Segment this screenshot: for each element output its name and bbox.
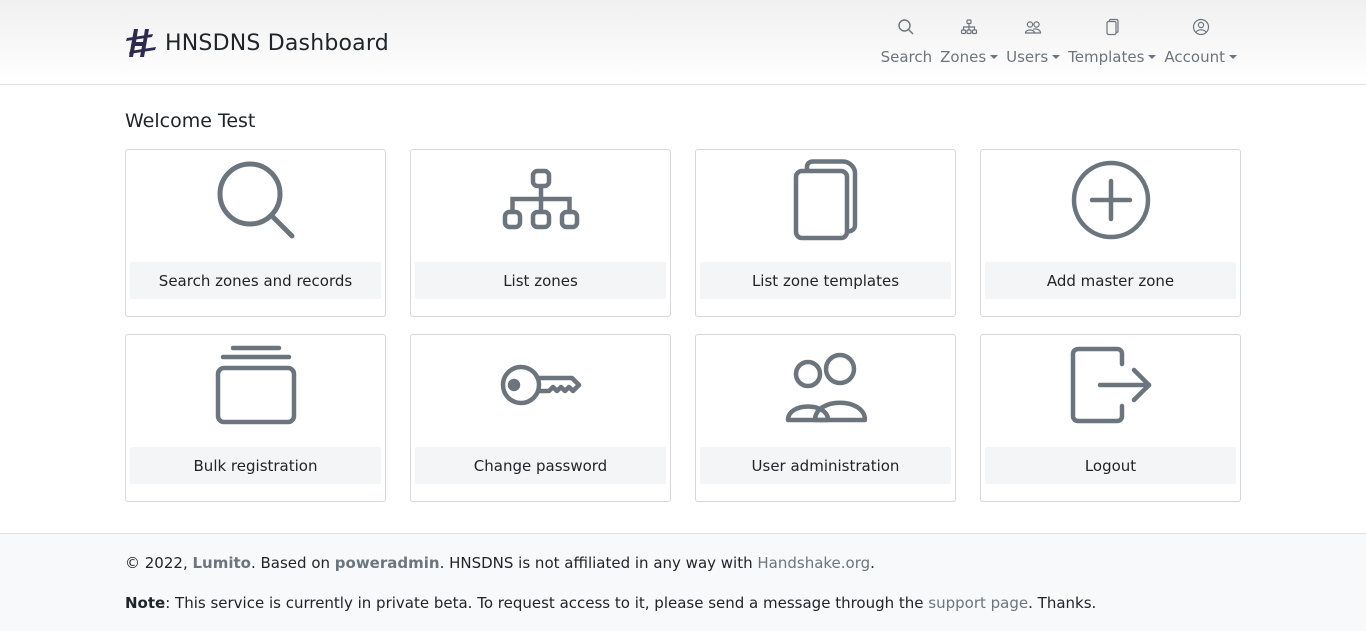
nav-account-label: Account bbox=[1164, 48, 1237, 66]
chevron-down-icon bbox=[1229, 55, 1237, 59]
chevron-down-icon bbox=[1052, 55, 1061, 59]
users-icon bbox=[785, 352, 867, 423]
dashboard-grid: Search zones and records List zones List… bbox=[125, 149, 1241, 502]
nav-users[interactable]: Users bbox=[1006, 18, 1061, 66]
lumito-link[interactable]: Lumito bbox=[192, 554, 250, 572]
card-add-master-zone[interactable]: Add master zone bbox=[980, 149, 1241, 317]
handshake-link[interactable]: Handshake.org bbox=[757, 554, 870, 572]
poweradmin-link[interactable]: poweradmin bbox=[335, 554, 440, 572]
sitemap-icon bbox=[502, 168, 579, 230]
thanks-text: . Thanks. bbox=[1028, 594, 1097, 612]
user-circle-icon bbox=[1192, 18, 1209, 36]
nav-zones-label: Zones bbox=[940, 48, 999, 66]
card-list-zones[interactable]: List zones bbox=[410, 149, 671, 317]
brand-title: HNSDNS Dashboard bbox=[165, 30, 389, 56]
nav-zones[interactable]: Zones bbox=[940, 18, 999, 66]
footer-note-line: Note: This service is currently in priva… bbox=[125, 594, 1096, 612]
sitemap-icon bbox=[961, 19, 978, 35]
card-label: Bulk registration bbox=[130, 447, 381, 484]
search-icon bbox=[898, 19, 914, 35]
card-label: List zones bbox=[415, 262, 666, 299]
card-label: Logout bbox=[985, 447, 1236, 484]
plus-circle-icon bbox=[1071, 160, 1150, 240]
card-label: List zone templates bbox=[700, 262, 951, 299]
brand-link[interactable]: HNSDNS Dashboard bbox=[125, 24, 389, 62]
affiliation-text: . HNSDNS is not affiliated in any way wi… bbox=[439, 554, 758, 572]
support-page-link[interactable]: support page bbox=[928, 594, 1028, 612]
navbar: HNSDNS Dashboard Search Zones Users Temp… bbox=[0, 0, 1366, 85]
chevron-down-icon bbox=[990, 55, 999, 59]
card-change-password[interactable]: Change password bbox=[410, 334, 671, 502]
period-text: . bbox=[870, 554, 875, 572]
copy-icon bbox=[1106, 18, 1119, 36]
card-search-zones[interactable]: Search zones and records bbox=[125, 149, 386, 317]
card-label: User administration bbox=[700, 447, 951, 484]
footer: © 2022, Lumito. Based on poweradmin. HNS… bbox=[0, 533, 1366, 631]
card-logout[interactable]: Logout bbox=[980, 334, 1241, 502]
card-label: Add master zone bbox=[985, 262, 1236, 299]
footer-copyright-line: © 2022, Lumito. Based on poweradmin. HNS… bbox=[125, 554, 875, 572]
card-list-zone-templates[interactable]: List zone templates bbox=[695, 149, 956, 317]
nav-search-label: Search bbox=[880, 48, 933, 66]
copy-icon bbox=[793, 159, 857, 241]
card-label: Change password bbox=[415, 447, 666, 484]
users-icon bbox=[1025, 21, 1042, 34]
nav-templates[interactable]: Templates bbox=[1068, 18, 1157, 66]
note-label: Note bbox=[125, 594, 166, 612]
stack-icon bbox=[215, 345, 296, 425]
nav-account[interactable]: Account bbox=[1164, 18, 1237, 66]
welcome-heading: Welcome Test bbox=[125, 110, 256, 132]
note-text: : This service is currently in private b… bbox=[165, 594, 929, 612]
hnsdns-logo-icon bbox=[126, 29, 156, 57]
nav-search[interactable]: Search bbox=[880, 18, 933, 66]
nav-users-label: Users bbox=[1006, 48, 1061, 66]
card-user-administration[interactable]: User administration bbox=[695, 334, 956, 502]
copyright-text: © 2022, bbox=[125, 554, 193, 572]
key-icon bbox=[500, 364, 581, 406]
nav-templates-label: Templates bbox=[1068, 48, 1157, 66]
search-icon bbox=[217, 161, 294, 239]
based-on-text: . Based on bbox=[250, 554, 335, 572]
main-nav: Search Zones Users Templates Account bbox=[881, 18, 1237, 66]
card-label: Search zones and records bbox=[130, 262, 381, 299]
chevron-down-icon bbox=[1148, 55, 1157, 59]
logout-icon bbox=[1070, 346, 1151, 424]
card-bulk-registration[interactable]: Bulk registration bbox=[125, 334, 386, 502]
